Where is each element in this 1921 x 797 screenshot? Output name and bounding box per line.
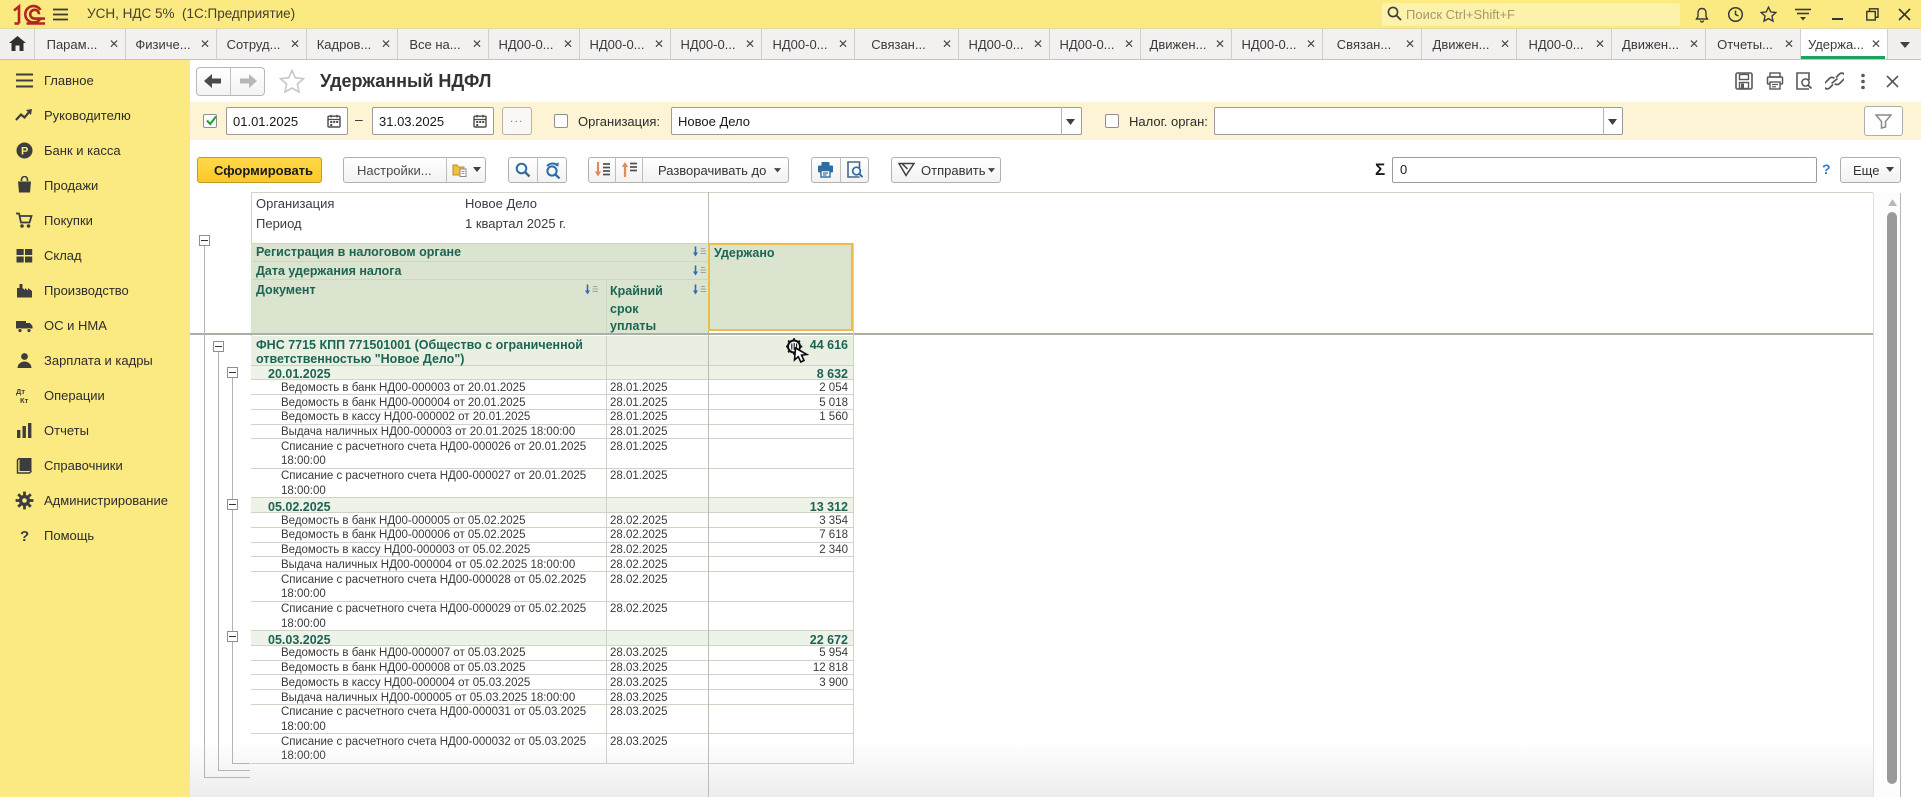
svg-text:Дт: Дт [16, 387, 25, 396]
svg-text:Кт: Кт [20, 396, 29, 405]
svg-text:P: P [21, 146, 28, 158]
svg-text:?: ? [20, 528, 29, 545]
